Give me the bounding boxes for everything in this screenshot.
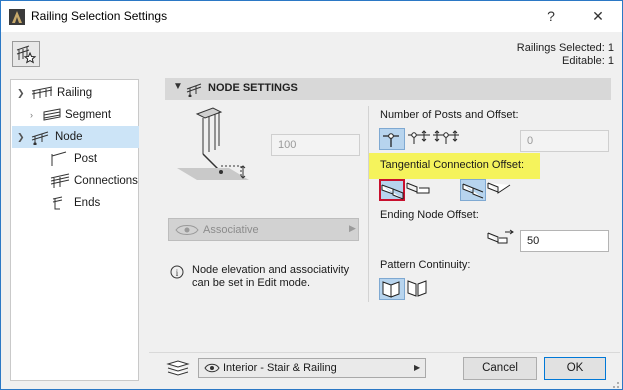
ending-offset-field[interactable]: 50 [520,230,609,252]
footer-divider [149,352,620,353]
three-posts-icon [433,130,459,144]
node-elevation-field[interactable]: 100 [271,134,360,156]
layer-name: Interior - Stair & Railing [223,362,337,374]
tangential-step-icon [381,184,404,200]
help-button[interactable]: ? [529,1,573,32]
single-post-button[interactable] [379,128,405,150]
railing-icon [31,86,53,99]
section-title: NODE SETTINGS [208,82,298,94]
editable-count: Editable: 1 [562,55,614,67]
associative-label: Associative [203,224,259,236]
pattern-restart-button[interactable] [405,278,431,300]
posts-offset-label: Number of Posts and Offset: [380,109,519,121]
node-settings-header[interactable]: ▼ NODE SETTINGS [165,78,611,100]
resize-grip-icon[interactable] [608,377,620,389]
tree-item-post[interactable]: Post [13,148,138,170]
tangential-step-alt-icon [406,182,430,194]
tangential-option-2-button[interactable] [405,179,431,201]
node-icon [186,83,202,97]
title-bar: Railing Selection Settings ? ✕ [1,1,622,32]
associative-dropdown[interactable]: Associative ▶ [168,218,359,241]
railing-star-icon [16,45,37,64]
single-post-icon [383,133,399,147]
tree-item-label: Segment [65,109,112,121]
eye-icon [175,225,199,235]
tree-item-label: Connections [74,175,138,187]
post-icon [51,151,67,166]
tangential-option-1-button[interactable] [379,179,405,201]
tree-item-connections[interactable]: Connections [13,170,138,192]
connections-icon [50,173,70,188]
info-text-line2: can be set in Edit mode. [192,277,311,289]
posts-offset-field[interactable]: 0 [520,130,609,152]
tangential-option-4-button[interactable] [486,179,512,201]
two-posts-button[interactable] [406,128,432,150]
pattern-continuity-label: Pattern Continuity: [380,259,471,271]
archicad-app-icon [9,9,25,25]
three-posts-button[interactable] [432,128,459,150]
ends-icon [52,196,63,210]
tree-item-railing[interactable]: ❯ Railing [13,82,138,104]
settings-tree: ❯ Railing › Segment ❯ Node Post Connecti… [10,79,139,381]
tree-item-label: Node [55,131,83,143]
svg-text:i: i [176,268,179,278]
node-elevation-preview [177,107,249,180]
tangential-offset-label: Tangential Connection Offset: [380,159,525,171]
railing-selection-settings-dialog: Railing Selection Settings ? ✕ Railings … [0,0,623,390]
chevron-down-icon[interactable]: ❯ [17,82,25,104]
layers-icon [166,360,190,376]
tree-item-label: Railing [57,87,93,99]
favorites-button[interactable] [12,41,40,67]
eye-icon [204,363,220,373]
window-title: Railing Selection Settings [31,9,168,23]
chevron-right-icon[interactable]: › [30,104,33,126]
panel-divider [368,106,369,302]
tangential-stair-icon [462,183,484,199]
chevron-right-icon: ▶ [349,223,356,233]
ok-button[interactable]: OK [544,357,606,380]
pattern-continuous-button[interactable] [379,278,405,300]
ending-offset-icon [487,229,514,244]
chevron-right-icon: ▶ [414,363,421,372]
railings-selected-count: Railings Selected: 1 [516,42,614,54]
info-icon: i [170,265,184,279]
info-text-line1: Node elevation and associativity [192,264,350,276]
tree-item-ends[interactable]: Ends [13,192,138,214]
tree-item-label: Ends [74,197,101,209]
pattern-restart-icon [407,280,427,297]
pattern-continuous-icon [382,281,400,298]
tree-item-label: Post [74,153,98,165]
segment-icon [43,108,61,121]
tree-item-node[interactable]: ❯ Node [12,126,139,148]
cancel-button[interactable]: Cancel [463,357,537,380]
tree-item-segment[interactable]: › Segment [13,104,138,126]
ending-offset-label: Ending Node Offset: [380,209,479,221]
chevron-down-icon[interactable]: ❯ [17,126,25,148]
two-posts-icon [408,130,430,144]
layer-dropdown[interactable]: Interior - Stair & Railing ▶ [198,358,426,378]
collapse-triangle-icon[interactable]: ▼ [173,81,183,92]
close-button[interactable]: ✕ [576,1,620,32]
tangential-slope-icon [487,182,511,194]
tangential-option-3-button[interactable] [460,179,486,201]
node-icon [31,131,49,145]
